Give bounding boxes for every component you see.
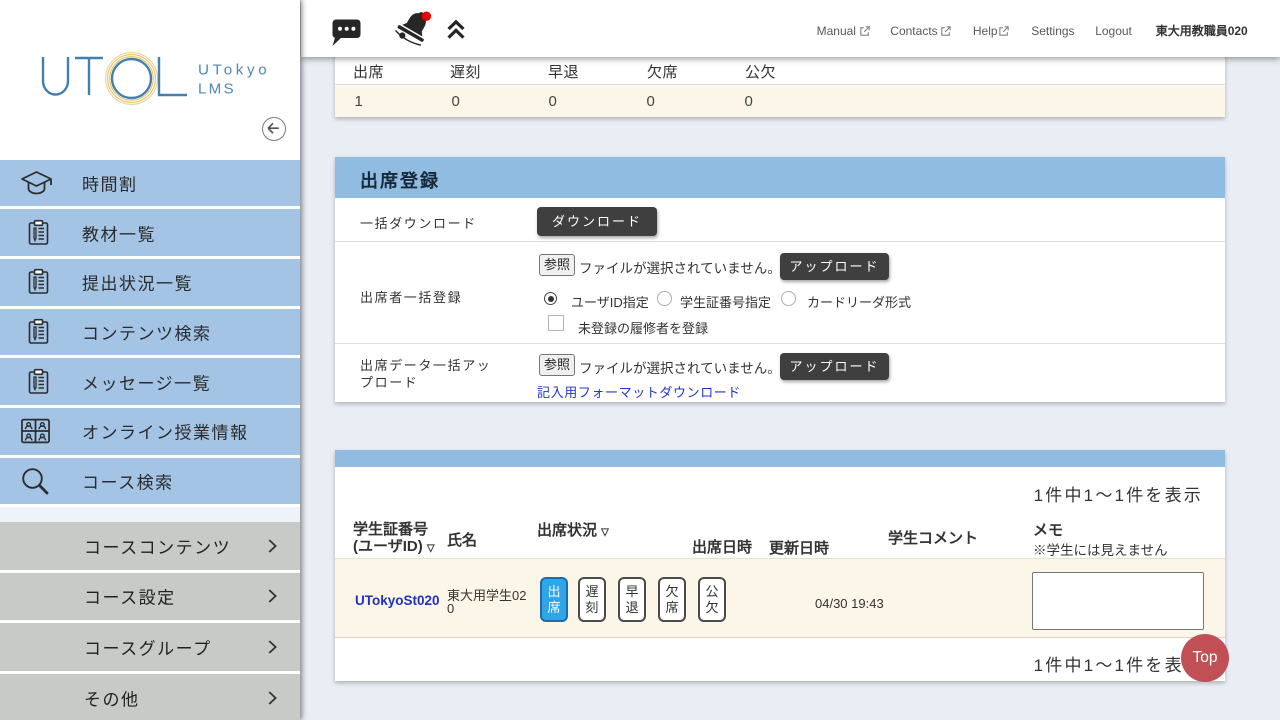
svg-text:LMS: LMS [198,81,236,98]
svg-text:UTokyo: UTokyo [198,62,270,79]
